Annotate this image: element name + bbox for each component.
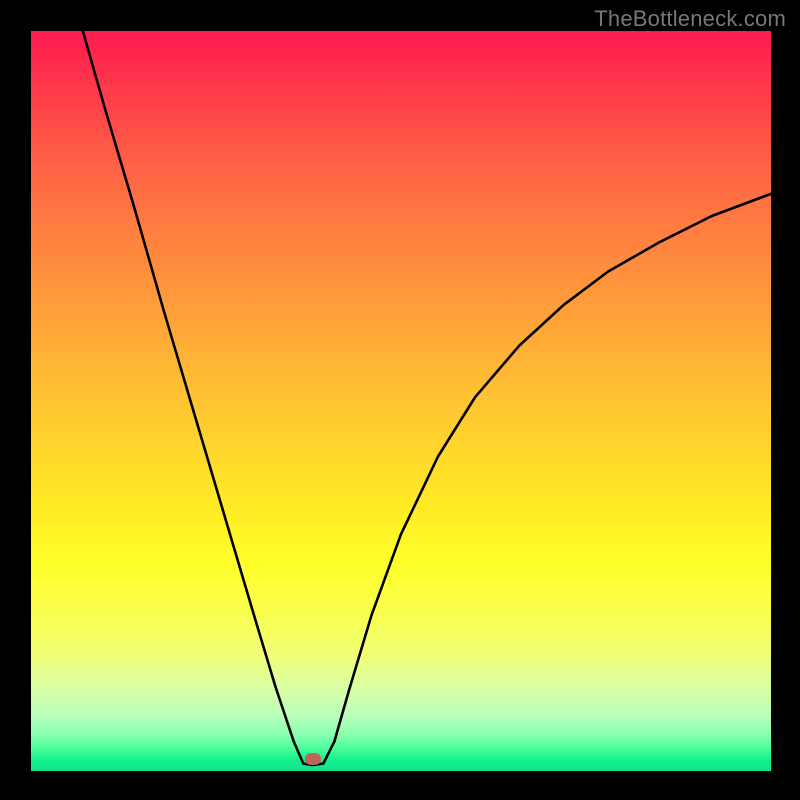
watermark-text: TheBottleneck.com [594, 6, 786, 32]
optimal-point-marker [305, 753, 321, 765]
bottleneck-curve [31, 31, 771, 771]
curve-path [83, 31, 771, 765]
chart-frame: TheBottleneck.com [0, 0, 800, 800]
chart-plot-area [31, 31, 771, 771]
